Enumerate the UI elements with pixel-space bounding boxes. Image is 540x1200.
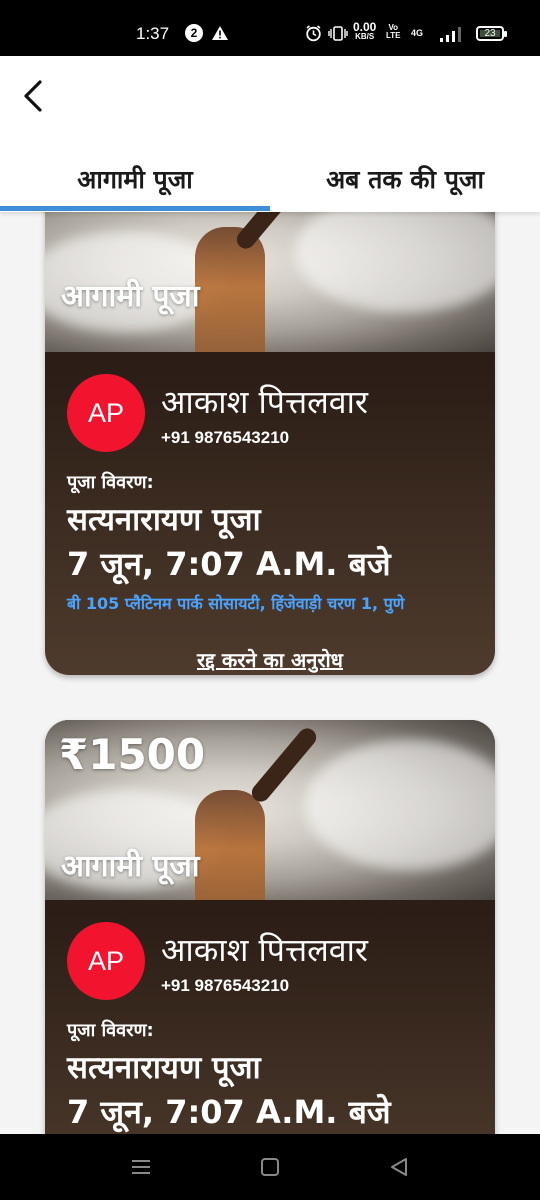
puja-name: सत्यनारायण पूजा: [67, 1050, 261, 1086]
puja-card[interactable]: ₹1500 आगामी पूजा AP आकाश पित्तलवार +91 9…: [45, 720, 495, 1134]
puja-card[interactable]: आगामी पूजा AP आकाश पित्तलवार +91 9876543…: [45, 212, 495, 675]
card-body: AP आकाश पित्तलवार +91 9876543210 पूजा वि…: [45, 352, 495, 672]
back-arrow-icon[interactable]: [14, 76, 54, 116]
alarm-icon: [305, 22, 322, 44]
devotee-phone: +91 9876543210: [161, 976, 290, 995]
home-icon[interactable]: [255, 1154, 285, 1180]
puja-price: ₹1500: [59, 730, 206, 779]
puja-hero-image: आगामी पूजा: [45, 212, 495, 352]
status-time: 1:37: [136, 24, 170, 43]
battery-icon: 23: [476, 26, 507, 41]
puja-list[interactable]: आगामी पूजा AP आकाश पित्तलवार +91 9876543…: [0, 212, 540, 1134]
volte-indicator: Vo LTE: [386, 23, 401, 40]
puja-detail-label: पूजा विवरण:: [67, 472, 154, 493]
card-body: AP आकाश पित्तलवार +91 9876543210 पूजा वि…: [45, 900, 495, 1131]
cancel-request-link[interactable]: रद्द करने का अनुरोध: [45, 646, 495, 673]
tab-past-puja[interactable]: अब तक की पूजा: [270, 150, 540, 208]
puja-detail-label: पूजा विवरण:: [67, 1020, 154, 1041]
net-speed: 0.00 KB/S: [353, 20, 377, 41]
back-triangle-icon[interactable]: [384, 1154, 414, 1180]
system-nav-bar: [0, 1134, 540, 1200]
notification-badge-icon: 2: [185, 22, 203, 44]
avatar: AP: [67, 374, 145, 452]
tab-indicator: [0, 206, 270, 211]
hero-label: आगामी पूजा: [61, 849, 200, 884]
devotee-name: आकाश पित्तलवार: [161, 931, 368, 969]
devotee-phone: +91 9876543210: [161, 428, 290, 447]
status-bar: 1:37 2 0.00 KB/S Vo LTE 4G 23: [0, 0, 540, 56]
hero-label: आगामी पूजा: [61, 279, 200, 314]
puja-address: बी 105 प्लैटिनम पार्क सोसायटी, हिंजेवाड़…: [67, 594, 405, 613]
menu-icon[interactable]: [126, 1154, 156, 1180]
tab-upcoming-puja[interactable]: आगामी पूजा: [0, 150, 270, 208]
vibrate-icon: [328, 22, 348, 44]
puja-datetime: 7 जून, 7:07 A.M. बजे: [67, 545, 391, 583]
puja-datetime: 7 जून, 7:07 A.M. बजे: [67, 1093, 391, 1131]
network-type: 4G: [411, 28, 424, 38]
avatar: AP: [67, 922, 145, 1000]
signal-icon: [438, 26, 464, 42]
puja-name: सत्यनारायण पूजा: [67, 502, 261, 538]
warning-icon: [211, 22, 229, 44]
app-header: आगामी पूजा अब तक की पूजा: [0, 56, 540, 212]
devotee-name: आकाश पित्तलवार: [161, 383, 368, 421]
puja-hero-image: ₹1500 आगामी पूजा: [45, 720, 495, 900]
